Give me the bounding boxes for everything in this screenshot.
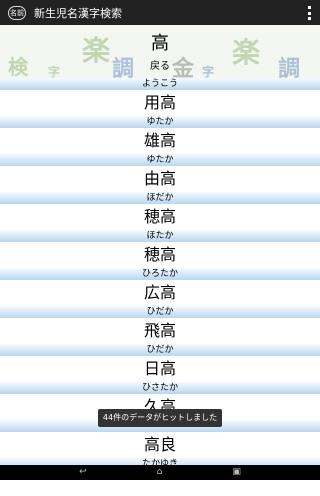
home-icon[interactable]: ⌂ — [157, 465, 163, 480]
search-kanji: 高 — [151, 33, 169, 54]
app-logo-icon: 名前 — [8, 5, 26, 20]
action-bar: 名前 新生児名漢字検索 — [0, 0, 320, 25]
name-label: 由高 — [0, 166, 320, 192]
reading-label: ほだか — [0, 192, 320, 204]
overflow-menu-icon[interactable] — [308, 6, 312, 20]
list-item[interactable]: ほだか 穂高 — [0, 192, 320, 230]
reading-label: ひさたか — [0, 382, 320, 394]
reading-label: ひだか — [0, 306, 320, 318]
name-label: 日高 — [0, 356, 320, 382]
back-icon[interactable]: ↩ — [79, 465, 87, 480]
toast-message: 44件のデータがヒットしました — [98, 409, 222, 427]
name-label: 広高 — [0, 280, 320, 306]
list-item[interactable]: ようこう 用高 — [0, 78, 320, 116]
name-label: 高良 — [0, 432, 320, 458]
reading-label: ひろたか — [0, 268, 320, 280]
name-label: 雄高 — [0, 128, 320, 154]
reading-label: ゆたか — [0, 116, 320, 128]
name-label: 用高 — [0, 90, 320, 116]
list-item[interactable]: ひろたか 広高 — [0, 268, 320, 306]
deco-char: 検 — [8, 55, 28, 79]
name-label: 飛高 — [0, 318, 320, 344]
list-item[interactable]: ゆたか 雄高 — [0, 116, 320, 154]
reading-label: ようこう — [0, 78, 320, 90]
name-label: 穂高 — [0, 242, 320, 268]
reading-label: ほたか — [0, 230, 320, 242]
reading-label: ゆたか — [0, 154, 320, 166]
list-item[interactable]: ひだか 日高 — [0, 344, 320, 382]
name-label: 穂高 — [0, 204, 320, 230]
list-item[interactable]: ひだか 飛高 — [0, 306, 320, 344]
header-banner: 検 字 楽 調 金 字 楽 調 高 戻る — [0, 25, 320, 83]
recents-icon[interactable]: ▣ — [232, 465, 241, 480]
list-item[interactable]: ゆたか 由高 — [0, 154, 320, 192]
back-button[interactable]: 戻る — [140, 57, 180, 72]
results-list: ようこう 用高 ゆたか 雄高 ゆたか 由高 ほだか 穂高 ほたか 穂高 ひろたか 広高 ひだか 飛高 ひだか… — [0, 78, 320, 496]
reading-label: ひだか — [0, 344, 320, 356]
system-nav-bar: ↩ ⌂ ▣ — [0, 465, 320, 480]
app-title: 新生児名漢字検索 — [34, 6, 122, 20]
list-item[interactable]: ほたか 穂高 — [0, 230, 320, 268]
